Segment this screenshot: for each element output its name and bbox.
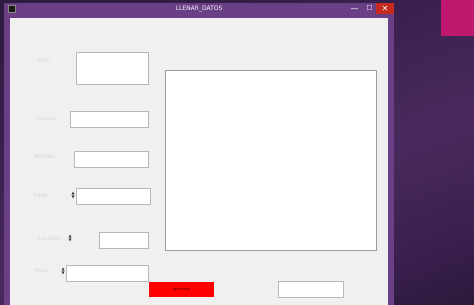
window-title: LLENAR_DATOS	[175, 5, 223, 12]
app-window: LLENAR_DATOS — ☐ ✕ Foto: Nombre: Apellid…	[4, 3, 394, 305]
name-label: Nombre:	[36, 116, 58, 122]
maximize-button[interactable]: ☐	[362, 3, 377, 14]
form-area: Foto: Nombre: Apellido: Edad: ▲ ▼ Cantida…	[10, 18, 388, 305]
surname-field[interactable]	[74, 151, 149, 168]
quantity-spinner-arrows[interactable]: ▲ ▼	[68, 234, 72, 242]
close-button[interactable]: ✕	[376, 3, 394, 14]
minimize-button[interactable]: —	[347, 3, 362, 14]
date-spinner-arrows[interactable]: ▲ ▼	[61, 267, 65, 275]
date-field[interactable]	[66, 265, 149, 282]
age-field[interactable]	[76, 188, 151, 205]
desktop-tile[interactable]	[441, 0, 474, 36]
data-list-panel[interactable]	[165, 70, 377, 251]
photo-box[interactable]	[76, 52, 149, 85]
quantity-field[interactable]	[99, 232, 149, 249]
photo-label: Foto:	[38, 58, 51, 64]
title-bar[interactable]: LLENAR_DATOS — ☐ ✕	[4, 3, 394, 16]
age-spinner-arrows[interactable]: ▲ ▼	[71, 191, 75, 199]
name-field[interactable]	[70, 111, 149, 128]
quantity-label: Cantidad:	[38, 236, 63, 242]
secondary-field[interactable]	[278, 281, 344, 298]
age-label: Edad:	[34, 193, 49, 199]
date-label: Fecha:	[34, 268, 51, 274]
register-button[interactable]: REGISTRAR	[149, 282, 214, 297]
surname-label: Apellido:	[34, 154, 56, 160]
